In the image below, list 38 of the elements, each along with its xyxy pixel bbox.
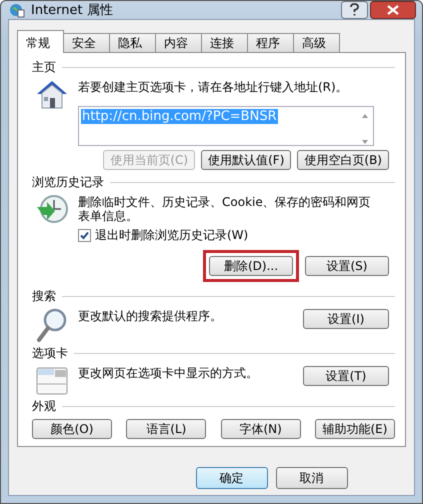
appearance-button[interactable]: 语言(L) [126,419,206,439]
help-icon[interactable] [341,1,368,19]
tab[interactable]: 隐私 [109,33,156,52]
description-text: 更改网页在选项卡中显示的方式。 [78,366,259,380]
clock-icon [35,193,69,225]
appearance-button[interactable]: 颜色(O) [32,419,112,439]
house-icon [35,78,69,110]
dialog-button[interactable]: 确定 [196,467,268,489]
section-title: 主页 [32,59,56,76]
url-text: http://cn.bing.com/?PC=BNSR [81,109,278,124]
action-button[interactable]: 设置(S) [305,256,389,276]
checkbox-label: 退出时删除浏览历史记录(W) [95,227,248,244]
tab[interactable]: 安全 [63,33,110,52]
section-title: 选项卡 [32,345,68,362]
appearance-button[interactable]: 字体(N) [220,419,301,439]
tab[interactable]: 高级 [293,33,340,52]
dialog-button[interactable]: 取消 [276,467,348,489]
settings-button[interactable]: 设置(T) [303,366,389,386]
tab[interactable]: 连接 [201,33,248,52]
tab[interactable]: 程序 [247,33,294,52]
close-icon[interactable] [370,1,416,19]
tab[interactable]: 常规 [17,30,64,53]
description-text: 删除临时文件、历史记录、Cookie、保存的密码和网页表单信息。 [78,195,372,223]
action-button[interactable]: 使用默认值(F) [201,150,292,170]
section-title: 浏览历史记录 [32,174,104,191]
settings-button[interactable]: 设置(I) [303,309,389,329]
globe-icon [9,2,25,18]
action-button[interactable]: 删除(D)... [209,256,293,276]
search-icon [35,307,69,343]
description-text: 若要创建主页选项卡，请在各地址行键入地址(R)。 [78,80,349,94]
window-title: Internet 属性 [31,2,113,19]
appearance-button[interactable]: 辅助功能(E) [314,419,395,439]
tab[interactable]: 内容 [155,33,202,52]
section-title: 搜索 [32,288,56,305]
section-title: 外观 [32,398,56,415]
checkbox[interactable] [78,229,91,242]
description-text: 更改默认的搜索提供程序。 [78,309,223,323]
action-button[interactable]: 使用空白页(B) [297,150,389,170]
